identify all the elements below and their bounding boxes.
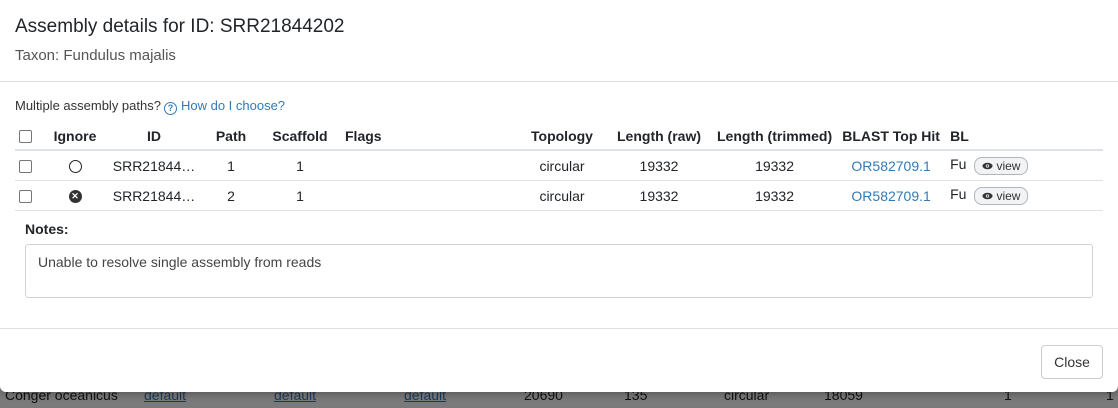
bl-text: Fu [950, 156, 967, 173]
scaffold-cell: 1 [259, 150, 341, 181]
col-topology: Topology [519, 122, 605, 151]
blast-hit-cell: OR582709.1 [836, 180, 947, 211]
ignore-radio-empty-icon[interactable] [68, 160, 82, 174]
ignore-cell: ✕ [45, 180, 105, 211]
view-button[interactable]: view [974, 156, 1029, 175]
modal-header: Assembly details for ID: SRR21844202 Tax… [0, 0, 1118, 82]
row-checkbox[interactable] [19, 190, 32, 204]
col-length-raw: Length (raw) [605, 122, 713, 151]
notes-label: Notes: [25, 221, 69, 237]
col-path: Path [203, 122, 259, 151]
close-button[interactable]: Close [1041, 345, 1103, 379]
assembly-paths-help: Multiple assembly paths?? How do I choose… [15, 98, 285, 115]
row-select-cell [15, 150, 45, 181]
bl-cell: Fu view [946, 150, 1103, 181]
question-circle-icon[interactable]: ? [163, 102, 177, 115]
paths-question: Multiple assembly paths? [15, 98, 161, 113]
col-flags: Flags [341, 122, 519, 151]
bl-text: Fu [950, 186, 967, 203]
col-blast-top-hit: BLAST Top Hit [836, 122, 947, 151]
col-ignore: Ignore [45, 122, 105, 151]
table-row: ✕ SRR21844… 2 1 circular 19332 19332 OR5… [15, 180, 1103, 211]
path-cell: 1 [203, 150, 259, 181]
select-all-checkbox[interactable] [19, 130, 32, 144]
ignore-selected-x-icon[interactable]: ✕ [68, 190, 82, 204]
flags-cell [341, 150, 519, 181]
assembly-details-modal: Assembly details for ID: SRR21844202 Tax… [0, 0, 1118, 392]
blast-hit-link[interactable]: OR582709.1 [851, 188, 930, 204]
modal-footer: Close [0, 328, 1118, 392]
assembly-paths-table: Ignore ID Path Scaffold Flags Topology L… [15, 122, 1103, 211]
view-label: view [996, 158, 1021, 173]
id-cell: SRR21844… [105, 180, 203, 211]
col-bl: BL [946, 122, 1103, 151]
ignore-cell [45, 150, 105, 181]
blast-hit-cell: OR582709.1 [836, 150, 947, 181]
select-all-header [15, 122, 45, 151]
bl-cell: Fu view [946, 180, 1103, 211]
eye-icon [982, 193, 993, 200]
length-trimmed-cell: 19332 [713, 180, 837, 211]
topology-cell: circular [519, 180, 605, 211]
col-length-trimmed: Length (trimmed) [713, 122, 837, 151]
length-raw-cell: 19332 [605, 150, 713, 181]
view-button[interactable]: view [974, 186, 1029, 205]
scaffold-cell: 1 [259, 180, 341, 211]
path-cell: 2 [203, 180, 259, 211]
table-header-row: Ignore ID Path Scaffold Flags Topology L… [15, 122, 1103, 151]
notes-textarea[interactable]: Unable to resolve single assembly from r… [25, 244, 1093, 298]
table-row: SRR21844… 1 1 circular 19332 19332 OR582… [15, 150, 1103, 181]
taxon-label: Taxon: Fundulus majalis [15, 47, 176, 64]
how-do-i-choose-link[interactable]: How do I choose? [181, 98, 285, 113]
modal-title: Assembly details for ID: SRR21844202 [15, 16, 345, 37]
row-select-cell [15, 180, 45, 211]
length-raw-cell: 19332 [605, 180, 713, 211]
topology-cell: circular [519, 150, 605, 181]
id-cell: SRR21844… [105, 150, 203, 181]
col-id: ID [105, 122, 203, 151]
length-trimmed-cell: 19332 [713, 150, 837, 181]
flags-cell [341, 180, 519, 211]
eye-icon [982, 163, 993, 170]
blast-hit-link[interactable]: OR582709.1 [851, 158, 930, 174]
col-scaffold: Scaffold [259, 122, 341, 151]
view-label: view [996, 188, 1021, 203]
row-checkbox[interactable] [19, 160, 32, 174]
